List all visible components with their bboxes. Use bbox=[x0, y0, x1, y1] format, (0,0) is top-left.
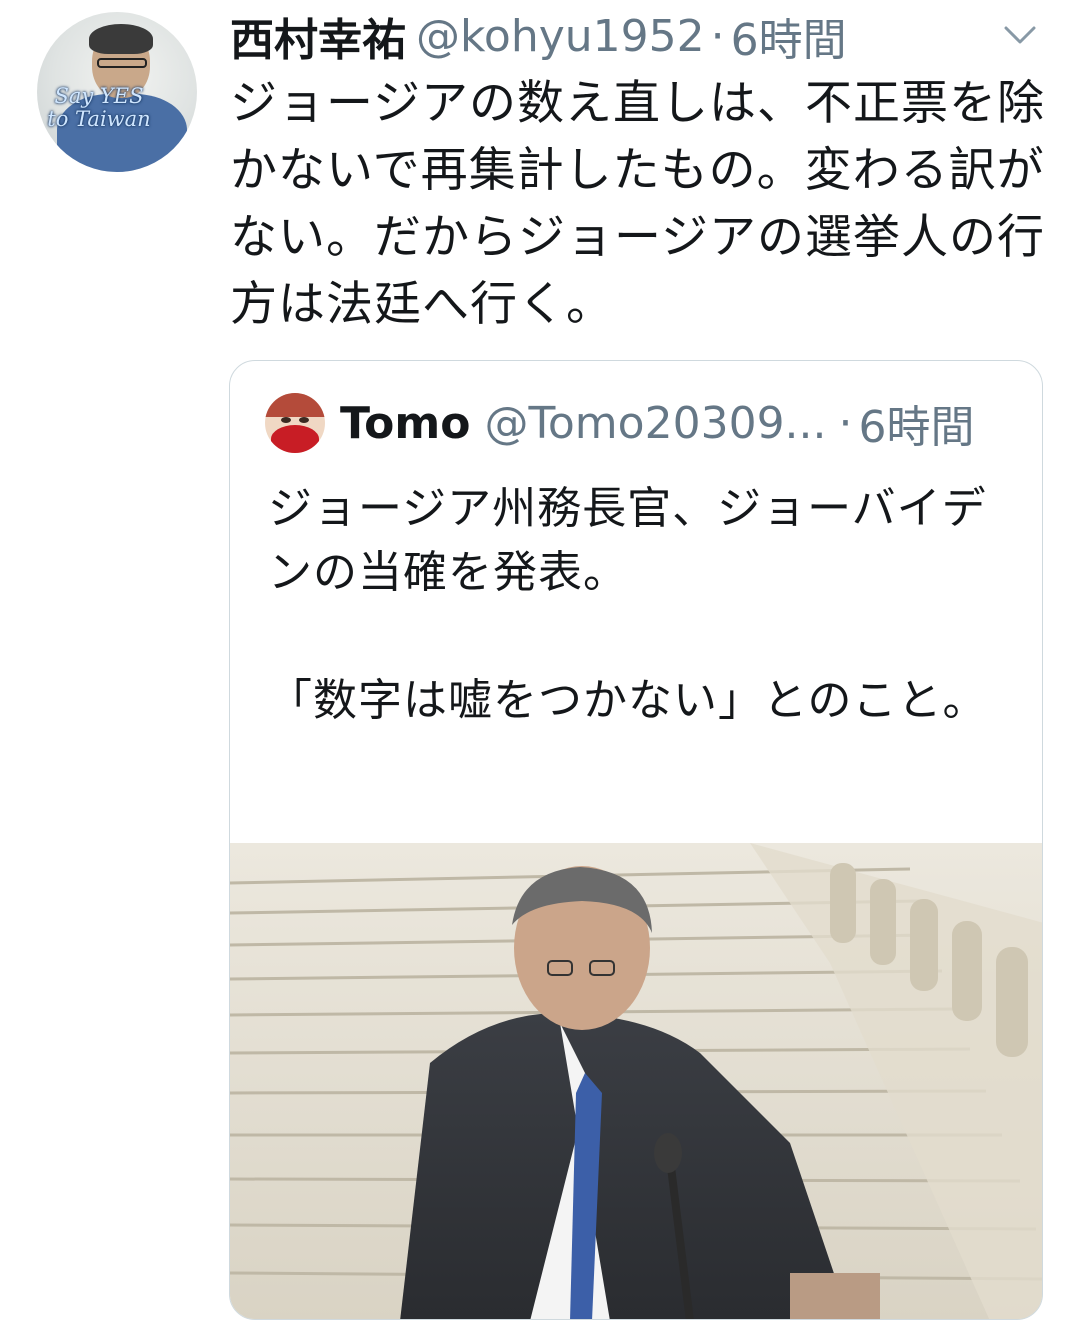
tweet-time[interactable]: 6時間 bbox=[731, 4, 847, 68]
tweet-text: ジョージアの数え直しは、不正票を除かないで再集計したもの。変わる訳がない。だから… bbox=[230, 76, 1046, 332]
quoted-avatar-eye bbox=[299, 417, 309, 423]
press-conference-photo bbox=[230, 843, 1042, 1319]
quoted-author-name[interactable]: Tomo bbox=[340, 398, 470, 449]
quoted-header-separator: · bbox=[838, 397, 853, 449]
chevron-down-icon[interactable] bbox=[1000, 20, 1040, 50]
avatar-hair bbox=[89, 24, 153, 54]
quoted-author-avatar[interactable] bbox=[265, 393, 325, 453]
author-avatar[interactable]: Say YES to Taiwan bbox=[37, 12, 197, 172]
author-name[interactable]: 西村幸祐 bbox=[230, 4, 406, 68]
tweet-header: 西村幸祐 @kohyu1952 · 6時間 bbox=[230, 4, 847, 68]
avatar-caption-line1: Say YES bbox=[54, 84, 144, 108]
quoted-time[interactable]: 6時間 bbox=[859, 391, 975, 455]
avatar-caption-line2: to Taiwan bbox=[47, 107, 151, 131]
quoted-avatar-eye bbox=[281, 417, 291, 423]
quoted-tweet[interactable]: Tomo @Tomo20309... · 6時間 ジョージア州務長官、ジョーバイ… bbox=[229, 360, 1043, 1320]
quoted-author-handle[interactable]: @Tomo20309... bbox=[484, 398, 826, 449]
quoted-avatar-hair bbox=[265, 393, 325, 417]
author-handle[interactable]: @kohyu1952 bbox=[416, 11, 705, 62]
quoted-media-image[interactable] bbox=[230, 843, 1042, 1319]
quoted-header: Tomo @Tomo20309... · 6時間 bbox=[340, 391, 975, 455]
quoted-avatar-fan bbox=[271, 425, 319, 453]
quoted-text: ジョージア州務長官、ジョーバイデンの当確を発表。 「数字は嘘をつかない」とのこと… bbox=[268, 483, 988, 726]
header-separator: · bbox=[710, 10, 725, 62]
avatar-glasses bbox=[97, 58, 147, 68]
